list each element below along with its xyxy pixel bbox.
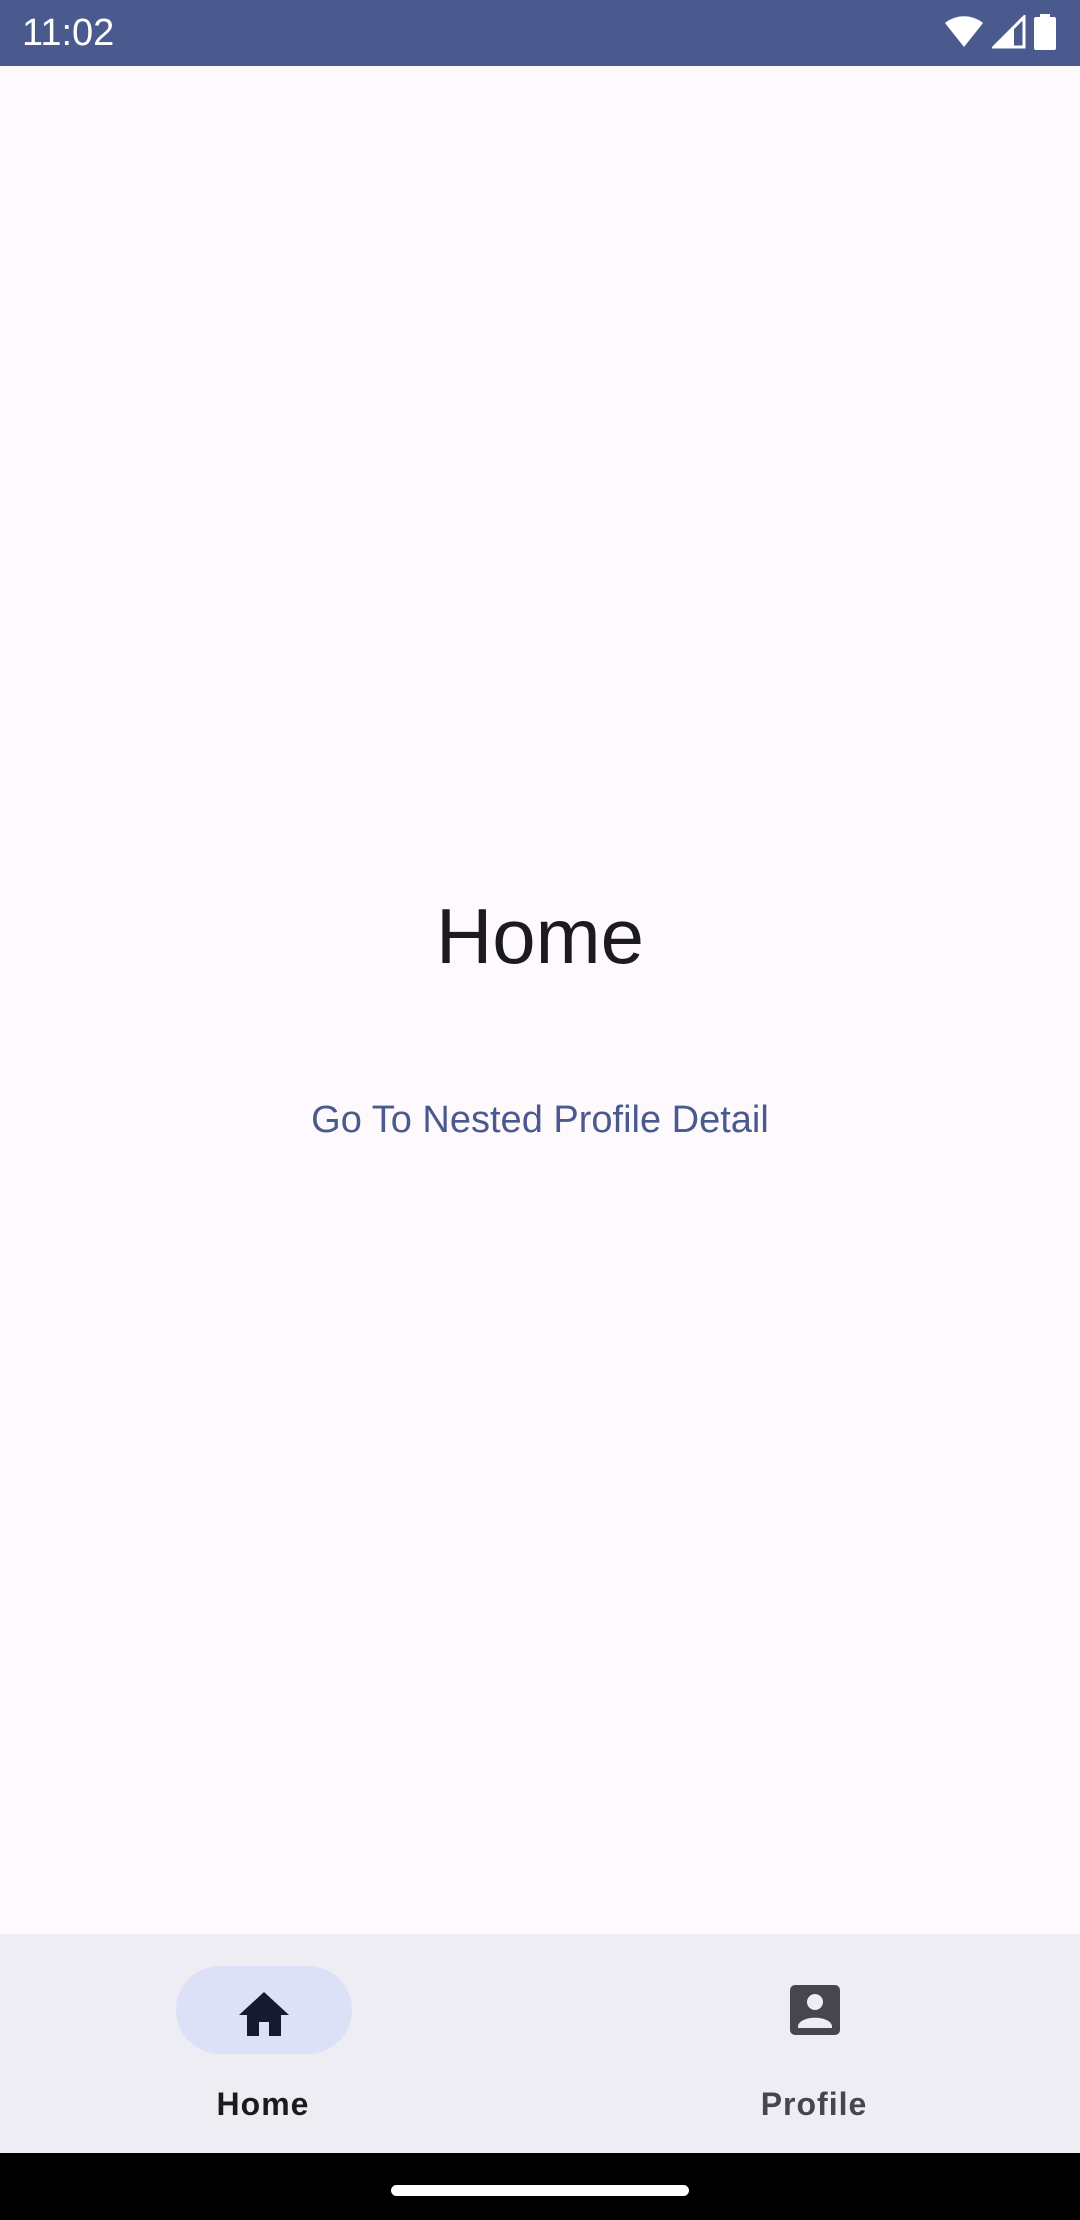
nav-label-profile: Profile	[760, 2086, 868, 2122]
nav-item-home[interactable]: Home	[0, 1934, 540, 2153]
page-title: Home	[435, 892, 645, 980]
status-time: 11:02	[22, 12, 115, 54]
nav-item-profile[interactable]: Profile	[540, 1934, 1080, 2153]
gesture-handle[interactable]	[391, 2185, 689, 2196]
home-icon	[236, 1978, 292, 2042]
profile-icon	[788, 1978, 844, 2042]
status-bar: 11:02	[0, 0, 1080, 66]
wifi-icon	[944, 15, 984, 49]
signal-icon	[992, 15, 1026, 49]
system-gesture-bar	[0, 2153, 1080, 2220]
main-content: Home Go To Nested Profile Detail	[0, 66, 1080, 1934]
status-icons	[944, 14, 1056, 50]
bottom-navigation-bar: Home Profile	[0, 1934, 1080, 2153]
nav-label-home: Home	[216, 2086, 310, 2122]
battery-icon	[1034, 14, 1056, 50]
go-to-nested-profile-detail-button[interactable]: Go To Nested Profile Detail	[290, 1080, 790, 1160]
